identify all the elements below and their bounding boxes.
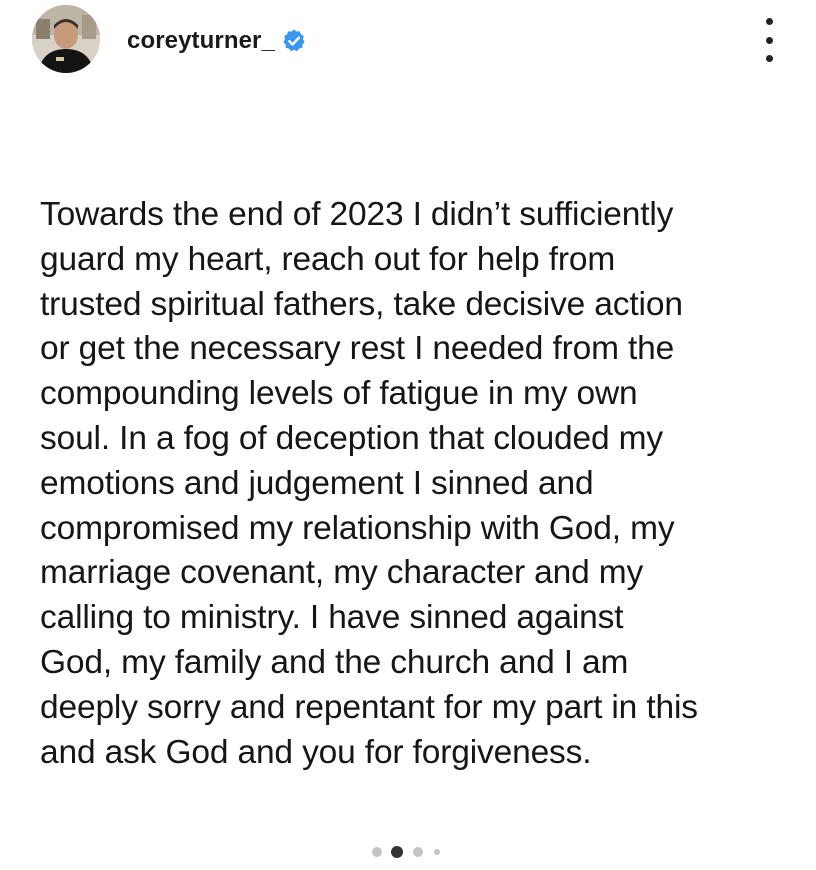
username-row: coreyturner_ (127, 24, 307, 58)
verified-badge-icon (281, 28, 307, 54)
more-dot (765, 55, 773, 62)
instagram-post: coreyturner_ Towards the end of 2023 I d… (0, 0, 816, 870)
profile-photo (32, 5, 100, 73)
post-caption-text: Towards the end of 2023 I didn’t suffici… (40, 196, 698, 771)
avatar[interactable] (32, 5, 100, 73)
more-dot (765, 36, 773, 44)
carousel-dot[interactable] (372, 847, 382, 857)
carousel-dot[interactable] (434, 849, 440, 855)
carousel-dot-active[interactable] (391, 846, 403, 858)
carousel-indicator (0, 842, 816, 862)
more-options-icon[interactable] (756, 18, 782, 62)
more-dot (765, 18, 773, 25)
username[interactable]: coreyturner_ (127, 27, 275, 55)
post-header: coreyturner_ (0, 0, 816, 84)
carousel-dot[interactable] (413, 847, 423, 857)
